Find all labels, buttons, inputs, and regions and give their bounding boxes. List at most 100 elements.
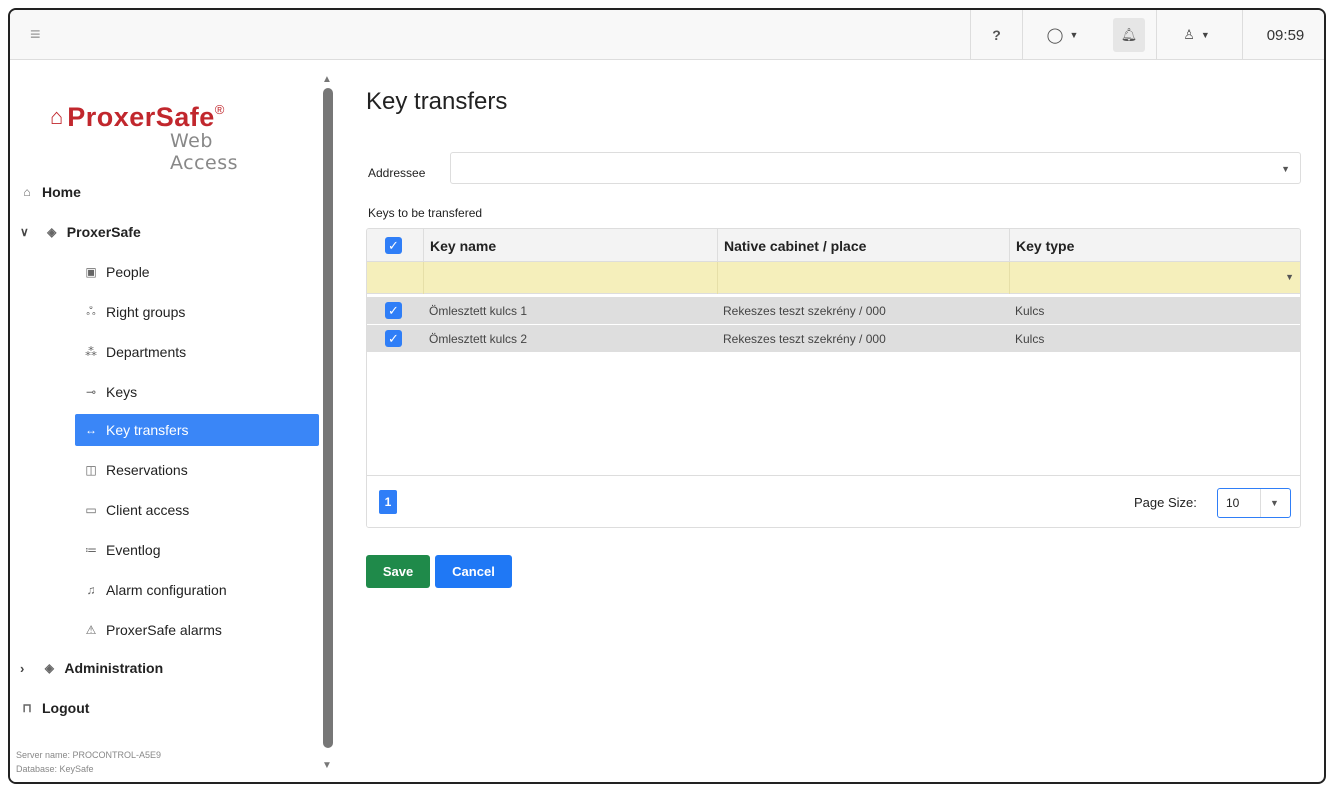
scroll-up-icon[interactable]: ▲ (322, 74, 332, 85)
chevron-down-icon: ▼ (1270, 498, 1279, 508)
sidebar-item-client-access[interactable]: ▭ Client access (82, 494, 189, 526)
help-label: ? (992, 27, 1001, 43)
page-size-value: 10 (1226, 496, 1240, 510)
users-icon: ஃ (86, 304, 96, 318)
logo-registered-mark: ® (214, 102, 225, 117)
page-title: Key transfers (366, 88, 508, 115)
sidebar-scrollbar[interactable] (323, 88, 333, 748)
sidebar-item-label: People (106, 264, 150, 280)
scroll-down-icon[interactable]: ▼ (322, 760, 332, 771)
keys-section-label: Keys to be transfered (368, 206, 483, 220)
sidebar-item-label: Keys (106, 384, 138, 400)
save-button[interactable]: Save (366, 555, 430, 588)
sidebar-item-proxersafe[interactable]: ∨ ◈ ProxerSafe (20, 216, 141, 248)
page-button-1[interactable]: 1 (379, 490, 397, 514)
user-dropdown[interactable]: ♙ ▼ (1156, 10, 1236, 60)
sidebar-item-reservations[interactable]: ◫ Reservations (82, 454, 188, 486)
sidebar-item-logout[interactable]: ⊓ Logout (18, 692, 89, 724)
hamburger-menu-icon[interactable]: ≡ (30, 24, 41, 45)
server-name: Server name: PROCONTROL-A5E9 (16, 750, 162, 760)
filter-native-cabinet[interactable] (717, 262, 1009, 294)
clock: 09:59 (1242, 10, 1324, 60)
chevron-down-icon: ▼ (1285, 272, 1294, 282)
cell-key-type: Kulcs (1015, 303, 1045, 318)
cell-native-cabinet: Rekeszes teszt szekrény / 000 (723, 303, 886, 318)
sidebar-item-label: Departments (106, 344, 187, 360)
sidebar-item-key-transfers[interactable]: ↔ Key transfers (75, 414, 319, 446)
sidebar-item-departments[interactable]: ⁂ Departments (82, 336, 186, 368)
filter-key-type[interactable]: ▼ (1009, 262, 1300, 294)
page-size-select[interactable]: 10 ▼ (1217, 488, 1291, 518)
cell-native-cabinet: Rekeszes teszt szekrény / 000 (723, 331, 886, 346)
select-all-cell: ✓ (385, 229, 402, 261)
grid-footer: 1 Page Size: 10 ▼ (367, 475, 1300, 527)
sidebar-item-label: Client access (106, 502, 190, 518)
layers-icon: ◈ (47, 225, 57, 239)
sidebar-item-label: Administration (64, 660, 164, 676)
clock-time: 09:59 (1266, 26, 1305, 44)
chevron-right-icon: › (20, 660, 25, 676)
top-bar: ≡ ? ◯ ▼ 🔔︎ ♙ ▼ 09:59 (10, 10, 1324, 60)
sidebar-item-administration[interactable]: › ◈ Administration (20, 652, 163, 684)
bell-icon: 🔔︎ (1120, 27, 1138, 42)
select-all-checkbox[interactable]: ✓ (385, 236, 402, 254)
sidebar-item-label: ProxerSafe alarms (106, 622, 222, 638)
notifications-wrapper: 🔔︎ (1105, 10, 1149, 60)
column-header-key-name[interactable]: Key name (423, 229, 717, 262)
sidebar-item-proxersafe-alarms[interactable]: ⚠ ProxerSafe alarms (82, 614, 222, 646)
sidebar-item-label: Reservations (106, 462, 188, 478)
house-logo-icon: ⌂ (50, 104, 64, 129)
sidebar-item-right-groups[interactable]: ஃ Right groups (82, 296, 185, 328)
row-checkbox[interactable]: ✓ (385, 330, 402, 347)
warning-icon: ⚠ (85, 623, 97, 637)
logo-main-text: ProxerSafe (67, 102, 215, 132)
cell-key-name: Ömlesztett kulcs 2 (429, 331, 528, 346)
sidebar-item-home[interactable]: ⌂ Home (18, 176, 81, 208)
sidebar-item-alarm-configuration[interactable]: ♫ Alarm configuration (82, 574, 227, 606)
row-checkbox-cell: ✓ (385, 325, 402, 352)
user-icon: ♙ (1183, 27, 1195, 42)
chat-icon: ◯ (1046, 27, 1064, 44)
chevron-down-icon: ∨ (20, 225, 29, 239)
sidebar-item-label: Eventlog (106, 542, 161, 558)
column-header-native-cabinet[interactable]: Native cabinet / place (717, 229, 1009, 262)
chat-dropdown[interactable]: ◯ ▼ (1022, 10, 1102, 60)
door-icon: ⊓ (22, 701, 32, 715)
list-icon: ≔ (85, 543, 97, 557)
sitemap-icon: ⁂ (85, 345, 97, 359)
sidebar-item-label: Key transfers (106, 422, 189, 438)
table-row[interactable]: ✓ Ömlesztett kulcs 1 Rekeszes teszt szek… (367, 297, 1300, 324)
grid-filter-row: ▼ (367, 262, 1300, 294)
sidebar-item-label: Logout (42, 700, 90, 716)
book-icon: ◫ (85, 463, 97, 477)
server-info: Server name: PROCONTROL-A5E9 Database: K… (16, 748, 161, 776)
chevron-down-icon: ▼ (1200, 30, 1210, 40)
bell-icon: ♫ (86, 583, 96, 597)
page-size-divider (1260, 489, 1261, 517)
chevron-down-icon: ▼ (1281, 164, 1290, 174)
page-size-label: Page Size: (1134, 495, 1197, 510)
help-button[interactable]: ? (970, 10, 1022, 60)
addressee-select[interactable]: ▼ (450, 152, 1301, 184)
sidebar-item-eventlog[interactable]: ≔ Eventlog (82, 534, 160, 566)
keys-grid: ✓ Key name Native cabinet / place Key ty… (366, 228, 1301, 528)
key-icon: ⊸ (85, 385, 97, 399)
row-checkbox[interactable]: ✓ (385, 302, 402, 319)
arrows-h-icon: ↔ (85, 423, 97, 437)
cell-key-type: Kulcs (1015, 331, 1045, 346)
cancel-button[interactable]: Cancel (435, 555, 512, 588)
notifications-button[interactable]: 🔔︎ (1113, 18, 1145, 52)
app-window: ≡ ? ◯ ▼ 🔔︎ ♙ ▼ 09:59 ⌂ ProxerSafe® Web Acc… (8, 8, 1326, 784)
database-name: Database: KeySafe (16, 764, 94, 774)
filter-key-name[interactable] (423, 262, 717, 294)
sidebar-item-people[interactable]: ▣ People (82, 256, 150, 288)
sidebar-item-label: Right groups (106, 304, 186, 320)
sidebar-item-label: Alarm configuration (106, 582, 227, 598)
table-row[interactable]: ✓ Ömlesztett kulcs 2 Rekeszes teszt szek… (367, 325, 1300, 352)
logo-sub-text: Web Access (170, 130, 239, 174)
keyboard-icon: ▭ (85, 503, 97, 517)
id-card-icon: ▣ (85, 265, 97, 279)
layers-icon: ◈ (44, 661, 54, 675)
column-header-key-type[interactable]: Key type (1009, 229, 1300, 262)
sidebar-item-keys[interactable]: ⊸ Keys (82, 376, 137, 408)
